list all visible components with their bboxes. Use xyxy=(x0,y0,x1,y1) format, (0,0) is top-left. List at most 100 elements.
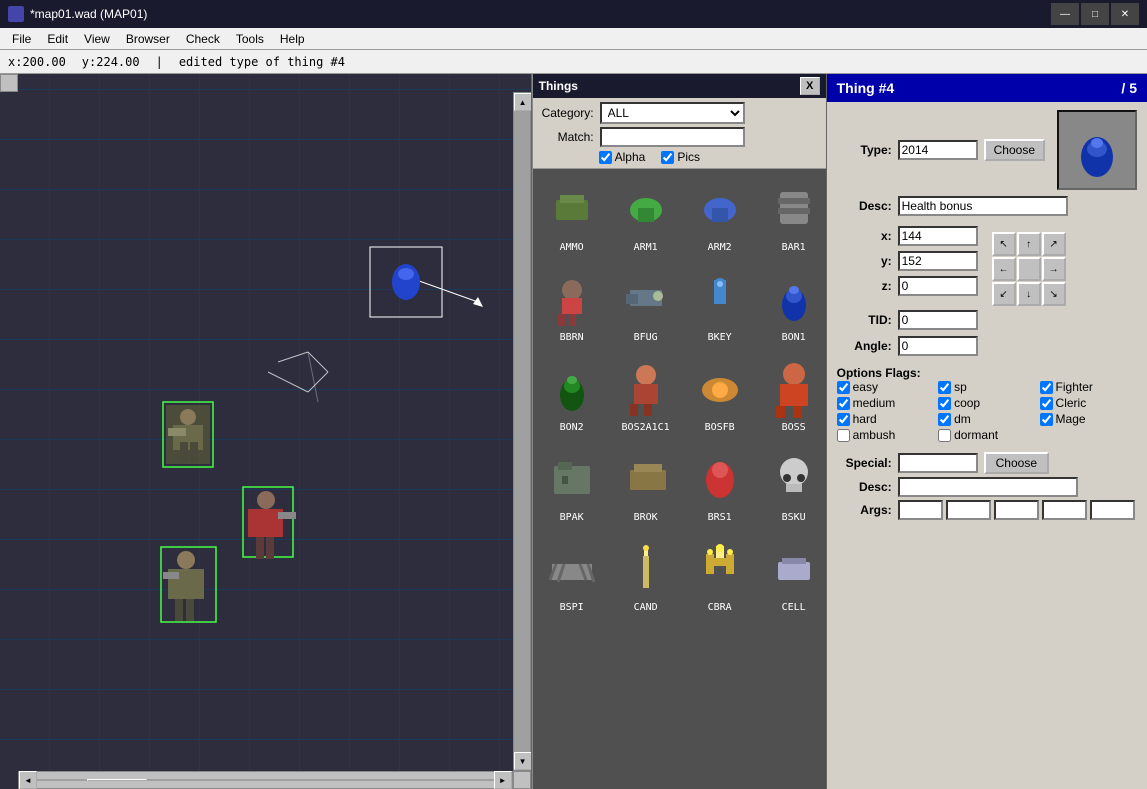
thing-cell-boss[interactable]: BOSS xyxy=(757,351,826,441)
things-close-button[interactable]: X xyxy=(800,77,820,95)
thing-cell-brok[interactable]: BROK xyxy=(609,441,683,531)
category-select[interactable]: ALL xyxy=(600,102,745,124)
menu-view[interactable]: View xyxy=(76,30,118,48)
angle-input[interactable] xyxy=(898,336,978,356)
map-scrollbar-vertical[interactable]: ▲ ▼ xyxy=(513,92,531,771)
pics-checkbox[interactable] xyxy=(661,151,674,164)
flag-checkbox-dm[interactable] xyxy=(938,413,951,426)
thing-header: Thing #4 / 5 xyxy=(827,74,1147,102)
thing-cell-bsku[interactable]: BSKU xyxy=(757,441,826,531)
maximize-button[interactable]: □ xyxy=(1081,3,1109,25)
menu-file[interactable]: File xyxy=(4,30,39,48)
thing-cell-bfug[interactable]: BFUG xyxy=(609,261,683,351)
arrow-s[interactable]: ↓ xyxy=(1017,282,1041,306)
flag-checkbox-sp[interactable] xyxy=(938,381,951,394)
thing-cell-bar1[interactable]: BAR1 xyxy=(757,171,826,261)
thing-cell-cbra[interactable]: CBRA xyxy=(683,531,757,621)
arrow-w[interactable]: ← xyxy=(992,257,1016,281)
scroll-right-button[interactable]: ► xyxy=(494,771,512,789)
match-input[interactable] xyxy=(600,127,745,147)
tid-input[interactable] xyxy=(898,310,978,330)
thing-cell-bbrn[interactable]: BBRN xyxy=(535,261,609,351)
y-input[interactable] xyxy=(898,251,978,271)
menu-help[interactable]: Help xyxy=(272,30,313,48)
arrow-se[interactable]: ↘ xyxy=(1042,282,1066,306)
thing-cell-cand[interactable]: CAND xyxy=(609,531,683,621)
close-button[interactable]: ✕ xyxy=(1111,3,1139,25)
thing-cell-bon2[interactable]: BON2 xyxy=(535,351,609,441)
flag-Mage[interactable]: Mage xyxy=(1040,412,1137,426)
thing-cell-ammo[interactable]: AMMO xyxy=(535,171,609,261)
arrow-ne[interactable]: ↗ xyxy=(1042,232,1066,256)
z-input[interactable] xyxy=(898,276,978,296)
thing-cell-cell[interactable]: CELL xyxy=(757,531,826,621)
thing-cell-bon1[interactable]: BON1 xyxy=(757,261,826,351)
thing-cell-bosfb[interactable]: BOSFB xyxy=(683,351,757,441)
desc2-input[interactable] xyxy=(898,477,1078,497)
flag-checkbox-Fighter[interactable] xyxy=(1040,381,1053,394)
arg1-input[interactable] xyxy=(898,500,943,520)
x-input[interactable] xyxy=(898,226,978,246)
flag-checkbox-hard[interactable] xyxy=(837,413,850,426)
flag-coop[interactable]: coop xyxy=(938,396,1035,410)
scroll-left-button[interactable]: ◄ xyxy=(19,771,37,789)
alpha-check[interactable]: Alpha xyxy=(599,150,646,164)
flag-dormant[interactable]: dormant xyxy=(938,428,1035,442)
arg5-input[interactable] xyxy=(1090,500,1135,520)
flag-checkbox-Mage[interactable] xyxy=(1040,413,1053,426)
type-choose-button[interactable]: Choose xyxy=(984,139,1045,161)
flag-checkbox-Cleric[interactable] xyxy=(1040,397,1053,410)
flag-checkbox-dormant[interactable] xyxy=(938,429,951,442)
flag-medium[interactable]: medium xyxy=(837,396,934,410)
arrow-sw[interactable]: ↙ xyxy=(992,282,1016,306)
args-inputs xyxy=(898,500,1135,520)
flag-sp[interactable]: sp xyxy=(938,380,1035,394)
desc-input[interactable] xyxy=(898,196,1068,216)
menu-edit[interactable]: Edit xyxy=(39,30,76,48)
flag-checkbox-medium[interactable] xyxy=(837,397,850,410)
menu-tools[interactable]: Tools xyxy=(228,30,272,48)
arrow-center[interactable] xyxy=(1017,257,1041,281)
scroll-corner-tl xyxy=(0,74,18,92)
flag-checkbox-coop[interactable] xyxy=(938,397,951,410)
alpha-checkbox[interactable] xyxy=(599,151,612,164)
menu-check[interactable]: Check xyxy=(178,30,228,48)
thing-preview xyxy=(1057,110,1137,190)
things-grid-container[interactable]: AMMO ARM1 ARM2 BAR1 BBRN BFUG xyxy=(533,169,826,789)
special-input[interactable] xyxy=(898,453,978,473)
thing-cell-bpak[interactable]: BPAK xyxy=(535,441,609,531)
minimize-button[interactable]: — xyxy=(1051,3,1079,25)
flag-Fighter[interactable]: Fighter xyxy=(1040,380,1137,394)
map-area[interactable]: ▲ ▼ ◄ ► xyxy=(0,74,532,789)
arg3-input[interactable] xyxy=(994,500,1039,520)
thing-cell-arm2[interactable]: ARM2 xyxy=(683,171,757,261)
thing-cell-brs1[interactable]: BRS1 xyxy=(683,441,757,531)
arrow-nw[interactable]: ↖ xyxy=(992,232,1016,256)
flag-Cleric[interactable]: Cleric xyxy=(1040,396,1137,410)
flag-dm[interactable]: dm xyxy=(938,412,1035,426)
scroll-down-button[interactable]: ▼ xyxy=(514,752,532,770)
pics-check[interactable]: Pics xyxy=(661,150,700,164)
flag-checkbox-easy[interactable] xyxy=(837,381,850,394)
menu-browser[interactable]: Browser xyxy=(118,30,178,48)
special-choose-button[interactable]: Choose xyxy=(984,452,1049,474)
flag-hard[interactable]: hard xyxy=(837,412,934,426)
flag-easy[interactable]: easy xyxy=(837,380,934,394)
arg2-input[interactable] xyxy=(946,500,991,520)
arrow-n[interactable]: ↑ xyxy=(1017,232,1041,256)
arg4-input[interactable] xyxy=(1042,500,1087,520)
thing-cell-bos2a1c1[interactable]: BOS2A1C1 xyxy=(609,351,683,441)
flag-ambush[interactable]: ambush xyxy=(837,428,934,442)
thing-cell-arm1[interactable]: ARM1 xyxy=(609,171,683,261)
thing-cell-bspi[interactable]: BSPI xyxy=(535,531,609,621)
flag-checkbox-ambush[interactable] xyxy=(837,429,850,442)
map-canvas[interactable] xyxy=(0,74,531,789)
scroll-thumb-h[interactable] xyxy=(87,779,147,781)
options-grid: easysp Fighter medium coop Cleric harddm Mage a… xyxy=(837,380,1137,442)
scroll-up-button[interactable]: ▲ xyxy=(514,93,532,111)
window-controls[interactable]: — □ ✕ xyxy=(1051,3,1139,25)
arrow-e[interactable]: → xyxy=(1042,257,1066,281)
type-input[interactable] xyxy=(898,140,978,160)
map-scrollbar-horizontal[interactable]: ◄ ► xyxy=(18,771,513,789)
thing-cell-bkey[interactable]: BKEY xyxy=(683,261,757,351)
